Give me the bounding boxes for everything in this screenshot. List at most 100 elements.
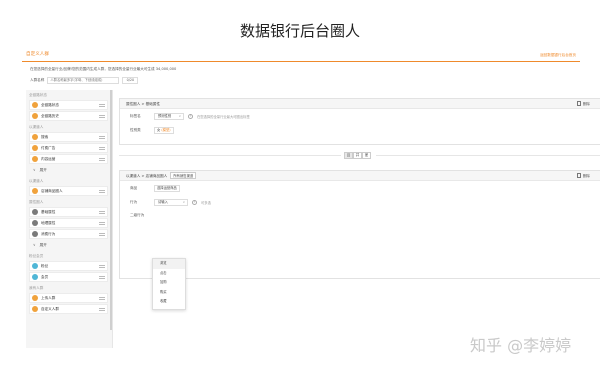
gender-label: 性别类 (130, 128, 141, 132)
sidebar-item-consumer-behavior[interactable]: 消费行为 (29, 229, 108, 239)
sidebar-item-label: 店铺商品圈人 (41, 188, 63, 193)
expand-toggle[interactable]: ∨ 展开 (29, 240, 108, 250)
logic-option-diff[interactable]: 差 (362, 152, 371, 159)
help-icon[interactable]: ? (188, 114, 193, 119)
product-label: 商品 (130, 186, 138, 190)
sidebar-item-label: 付费广告 (41, 145, 56, 150)
drag-handle-icon[interactable] (99, 158, 105, 161)
audience-name-label: 人群名称 (30, 77, 45, 82)
sidebar-item-upload-audience[interactable]: 上传人群 (29, 293, 108, 303)
page-title: 数据银行后台圈人 (239, 22, 360, 40)
drag-handle-icon[interactable] (99, 308, 105, 311)
delete-label: 删除 (582, 102, 590, 106)
gender-value: 女 (157, 128, 161, 132)
logic-option-union[interactable]: 并 (353, 152, 362, 159)
circle-icon (32, 231, 38, 237)
top-tab-bar: 自定义人群 返回数据银行后台首页 (22, 48, 580, 62)
circle-icon (32, 274, 38, 280)
sidebar-scrollbar[interactable] (110, 90, 112, 330)
sidebar-item-paid-ads[interactable]: 付费广告 (29, 143, 108, 153)
behavior-dropdown-menu: 浏览 点击 加购 购买 收藏 (152, 258, 186, 310)
delete-label: 删除 (582, 174, 590, 178)
sidebar-item-label: 地理属性 (41, 220, 56, 225)
sidebar-item-lifecycle-status[interactable]: 全链路状态 (29, 100, 108, 110)
dropdown-option-favorite[interactable]: 收藏 (153, 297, 185, 307)
sidebar-item-label: 搜索 (41, 134, 49, 139)
dropdown-option-purchase[interactable]: 购买 (153, 288, 185, 298)
sidebar-item-content-ops[interactable]: 内容运营 (29, 154, 108, 164)
sidebar-section-title: 粉丝会员 (29, 254, 44, 258)
drag-handle-icon[interactable] (99, 297, 105, 300)
drag-handle-icon[interactable] (99, 233, 105, 236)
sidebar-item-label: 内容运营 (41, 156, 56, 161)
drag-handle-icon[interactable] (99, 265, 105, 268)
chevron-down-icon: ∨ (182, 200, 185, 204)
sidebar-section-title: 全链路状态 (29, 93, 47, 97)
dropdown-option-click[interactable]: 点击 (153, 269, 185, 279)
sidebar-section-title: 我有人群 (29, 286, 44, 290)
sidebar-item-label: 自定义人群 (41, 306, 59, 311)
audience-name-input[interactable] (47, 76, 120, 84)
watermark: 知乎 @李婷婷 (470, 336, 572, 355)
sidebar-item-search[interactable]: 搜索 (29, 132, 108, 142)
delete-button[interactable]: 删除 (576, 99, 590, 109)
expand-toggle[interactable]: ∨ 展开 (29, 165, 108, 175)
sidebar-section-1: 以渠道人 搜索 付费广告 内容运营 ∨ 展开 (26, 122, 112, 175)
circle-icon (32, 220, 38, 226)
logic-option-and[interactable]: 且 (344, 152, 353, 159)
circle-icon (32, 209, 38, 215)
tag-select[interactable]: 预测性别 ∨ (154, 113, 184, 120)
gender-value-note: (模型) (161, 128, 171, 132)
sidebar-item-lifecycle-history[interactable]: 全链路历史 (29, 111, 108, 121)
tag-hint: 在您选择的全量行业最大可圈出标签 (197, 115, 250, 119)
delete-button[interactable]: 删除 (576, 171, 590, 181)
condition-card-basic-attributes: 属性圈人 > 基础属性 删除 标签名 预测性别 ∨ ? 在您选择的全量行业最大可圈… (119, 98, 600, 145)
sidebar-section-4: 粉丝会员 粉丝 会员 (26, 251, 112, 282)
divider (119, 155, 341, 156)
circle-icon (32, 306, 38, 312)
select-product-button[interactable]: 选择运营商品 (154, 185, 180, 192)
gender-row: 性别类 女 (模型) (130, 127, 174, 134)
sidebar-item-fans[interactable]: 粉丝 (29, 261, 108, 271)
behavior-row: 行为 请输入 ∨ ? 可多选 (130, 199, 211, 206)
drag-handle-icon[interactable] (99, 276, 105, 279)
drag-handle-icon[interactable] (99, 147, 105, 150)
sidebar-item-store-products[interactable]: 店铺商品圈人 (29, 186, 108, 196)
drag-handle-icon[interactable] (99, 104, 105, 107)
drag-handle-icon[interactable] (99, 115, 105, 118)
sidebar-item-label: 全链路历史 (41, 113, 59, 118)
dropdown-option-add-to-cart[interactable]: 加购 (153, 278, 185, 288)
tag-row: 标签名 预测性别 ∨ ? 在您选择的全量行业最大可圈出标签 (130, 113, 250, 120)
channel-tag[interactable]: 所有销售渠道 (170, 172, 197, 179)
circle-icon (32, 263, 38, 269)
tab-custom-audience[interactable]: 自定义人群 (26, 51, 49, 57)
gender-value-tag[interactable]: 女 (模型) (154, 127, 174, 134)
drag-handle-icon[interactable] (99, 190, 105, 193)
card-header: 以渠道人 > 店铺商品圈人 所有销售渠道 删除 (120, 171, 600, 181)
card-header: 属性圈人 > 基础属性 删除 (120, 99, 600, 109)
behavior-select[interactable]: 请输入 ∨ (154, 199, 188, 206)
behavior-select-value: 请输入 (158, 200, 168, 204)
sidebar-item-label: 会员 (41, 274, 49, 279)
drag-handle-icon[interactable] (99, 136, 105, 139)
sidebar-item-custom-audience[interactable]: 自定义人群 (29, 304, 108, 314)
card-breadcrumb: 以渠道人 > 店铺商品圈人 (126, 174, 168, 178)
sidebar-section-5: 我有人群 上传人群 自定义人群 (26, 283, 112, 314)
circle-icon (32, 295, 38, 301)
sidebar-item-basic-attributes[interactable]: 基础属性 (29, 207, 108, 217)
logic-operator-toggle: 且 并 差 (344, 152, 371, 159)
sidebar-item-members[interactable]: 会员 (29, 272, 108, 282)
drag-handle-icon[interactable] (99, 222, 105, 225)
sidebar-item-geo-attributes[interactable]: 地理属性 (29, 218, 108, 228)
divider (376, 155, 600, 156)
tag-label: 标签名 (130, 114, 141, 118)
char-counter: 0/20 (122, 76, 139, 84)
sidebar-section-3: 属性圈人 基础属性 地理属性 消费行为 ∨ 展开 (26, 197, 112, 250)
sidebar-item-label: 全链路状态 (41, 102, 59, 107)
help-icon[interactable]: ? (192, 200, 197, 205)
sidebar-item-label: 消费行为 (41, 231, 56, 236)
drag-handle-icon[interactable] (99, 211, 105, 214)
dropdown-option-browse[interactable]: 浏览 (153, 259, 185, 269)
back-to-home-link[interactable]: 返回数据银行后台首页 (540, 53, 576, 58)
circle-icon (32, 145, 38, 151)
